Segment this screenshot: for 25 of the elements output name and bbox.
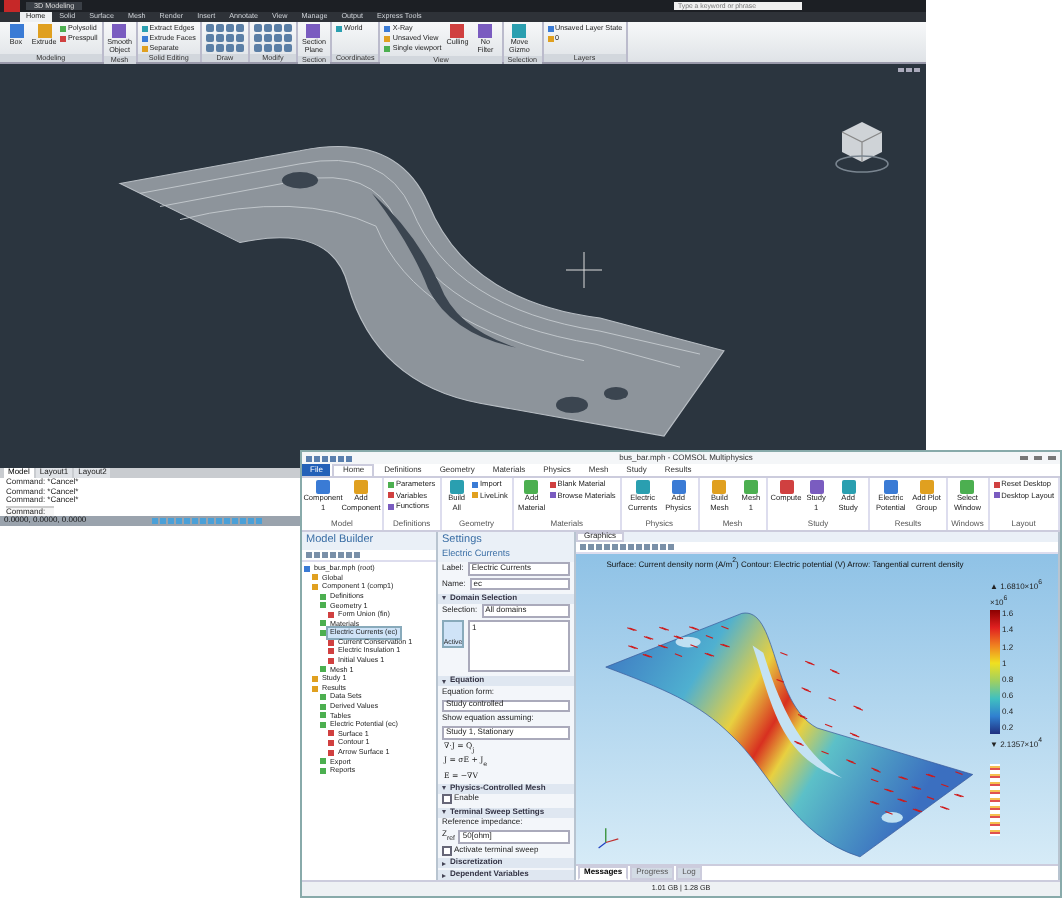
tool-icon — [883, 480, 898, 494]
axis-triad-icon — [598, 827, 619, 849]
hole — [881, 812, 903, 823]
hole — [675, 636, 701, 648]
tool-icon — [316, 480, 330, 494]
tool-icon — [512, 24, 527, 38]
slot-cutout — [752, 645, 843, 779]
tool-icon — [779, 480, 793, 494]
tool-icon — [919, 480, 934, 494]
view-cube-icon[interactable] — [834, 116, 890, 174]
tool-icon — [671, 480, 686, 494]
tool-icon — [960, 480, 975, 494]
tool-icon — [635, 480, 650, 494]
checkbox[interactable] — [442, 845, 452, 856]
tool-icon — [841, 480, 856, 494]
checkbox[interactable] — [442, 794, 452, 805]
crosshair-icon — [565, 251, 603, 289]
colorbar — [990, 610, 1000, 735]
tool-icon — [809, 480, 824, 494]
tool-icon — [743, 480, 758, 494]
contour-legend — [990, 764, 1000, 837]
tool-icon — [335, 25, 342, 32]
tool-icon — [712, 480, 727, 494]
app-logo-icon[interactable] — [4, 0, 20, 12]
tool-icon — [354, 480, 368, 494]
